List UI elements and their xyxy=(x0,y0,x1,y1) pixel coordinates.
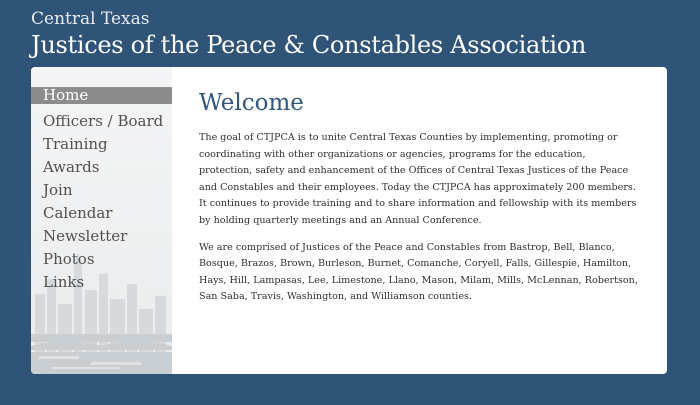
nav-item-home[interactable]: Home xyxy=(31,87,172,104)
site-header: Central Texas Justices of the Peace & Co… xyxy=(31,8,586,59)
nav-item-links[interactable]: Links xyxy=(31,271,172,294)
nav-item-join[interactable]: Join xyxy=(31,179,172,202)
nav-item-photos[interactable]: Photos xyxy=(31,248,172,271)
nav-menu: Home Officers / Board Training Awards Jo… xyxy=(31,87,172,294)
sidebar: Home Officers / Board Training Awards Jo… xyxy=(31,67,172,374)
nav-item-training[interactable]: Training xyxy=(31,133,172,156)
site-subtitle: Central Texas xyxy=(31,9,150,29)
nav-item-newsletter[interactable]: Newsletter xyxy=(31,225,172,248)
nav-item-awards[interactable]: Awards xyxy=(31,156,172,179)
main-panel: Home Officers / Board Training Awards Jo… xyxy=(31,67,667,374)
counties-paragraph: We are comprised of Justices of the Peac… xyxy=(199,241,638,303)
intro-paragraph: The goal of CTJPCA is to unite Central T… xyxy=(199,132,637,226)
nav-item-officers-board[interactable]: Officers / Board xyxy=(31,110,172,133)
page-heading: Welcome xyxy=(199,90,304,116)
main-content: Welcome The goal of CTJPCA is to unite C… xyxy=(199,89,639,306)
nav-item-calendar[interactable]: Calendar xyxy=(31,202,172,225)
site-title: Justices of the Peace & Constables Assoc… xyxy=(31,31,587,59)
